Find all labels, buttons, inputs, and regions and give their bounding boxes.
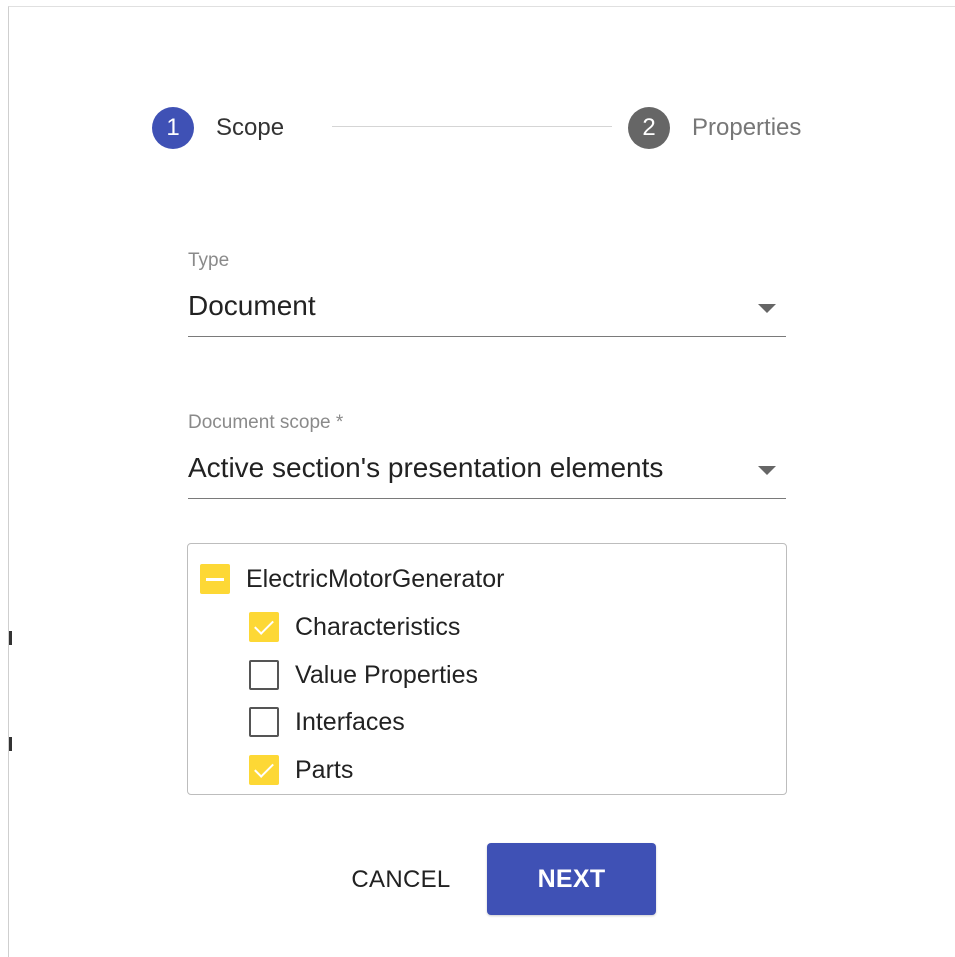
- document-scope-label: Document scope *: [188, 412, 344, 433]
- step-connector: [332, 126, 612, 127]
- type-select-value: Document: [188, 290, 316, 321]
- next-button[interactable]: NEXT: [487, 843, 656, 915]
- indeterminate-checkbox-icon[interactable]: [200, 564, 230, 594]
- tree-item-label: Characteristics: [295, 612, 461, 641]
- step-scope[interactable]: 1 Scope: [152, 106, 284, 150]
- tree-item-label: Value Properties: [295, 660, 478, 689]
- tree-item-value-properties[interactable]: Value Properties: [249, 658, 478, 692]
- cancel-button[interactable]: CANCEL: [336, 850, 466, 910]
- dropdown-arrow-icon[interactable]: [758, 466, 776, 475]
- checkmark-icon: [254, 758, 274, 778]
- tree-root-item[interactable]: ElectricMotorGenerator: [200, 562, 504, 596]
- tree-item-label: Parts: [295, 755, 354, 784]
- tree-item-characteristics[interactable]: Characteristics: [249, 610, 460, 644]
- background-edge-mark: [9, 631, 12, 645]
- tree-item-label: ElectricMotorGenerator: [246, 564, 505, 593]
- dash-icon: [206, 577, 224, 581]
- tree-item-parts[interactable]: Parts: [249, 753, 353, 787]
- tree-item-label: Interfaces: [295, 707, 405, 736]
- document-scope-value: Active section's presentation elements: [188, 452, 664, 483]
- step-number-badge: 1: [152, 107, 194, 149]
- checked-checkbox-icon[interactable]: [249, 612, 279, 642]
- type-field-label: Type: [188, 250, 230, 271]
- checkmark-icon: [254, 615, 274, 635]
- checked-checkbox-icon[interactable]: [249, 755, 279, 785]
- element-tree: ElectricMotorGenerator Characteristics V…: [187, 543, 787, 795]
- background-edge-mark: [9, 737, 12, 751]
- step-number-badge: 2: [628, 107, 670, 149]
- type-field: Type Document: [188, 248, 786, 337]
- unchecked-checkbox-icon[interactable]: [249, 707, 279, 737]
- document-scope-select[interactable]: Active section's presentation elements: [188, 448, 786, 499]
- type-select[interactable]: Document: [188, 286, 786, 337]
- tree-item-interfaces[interactable]: Interfaces: [249, 705, 405, 739]
- step-properties[interactable]: 2 Properties: [628, 106, 801, 150]
- step-label: Properties: [692, 114, 802, 141]
- step-label: Scope: [216, 114, 285, 141]
- unchecked-checkbox-icon[interactable]: [249, 660, 279, 690]
- viewport: ▀▀▀▀▀▀▀▀▀▀▀▀▀▀ ▀▀▀▀▀▀▀ 1 Scope 2 Propert…: [0, 0, 955, 957]
- document-scope-field: Document scope * Active section's presen…: [188, 410, 786, 499]
- wizard-stepper: 1 Scope 2 Properties: [152, 106, 832, 150]
- dropdown-arrow-icon[interactable]: [758, 304, 776, 313]
